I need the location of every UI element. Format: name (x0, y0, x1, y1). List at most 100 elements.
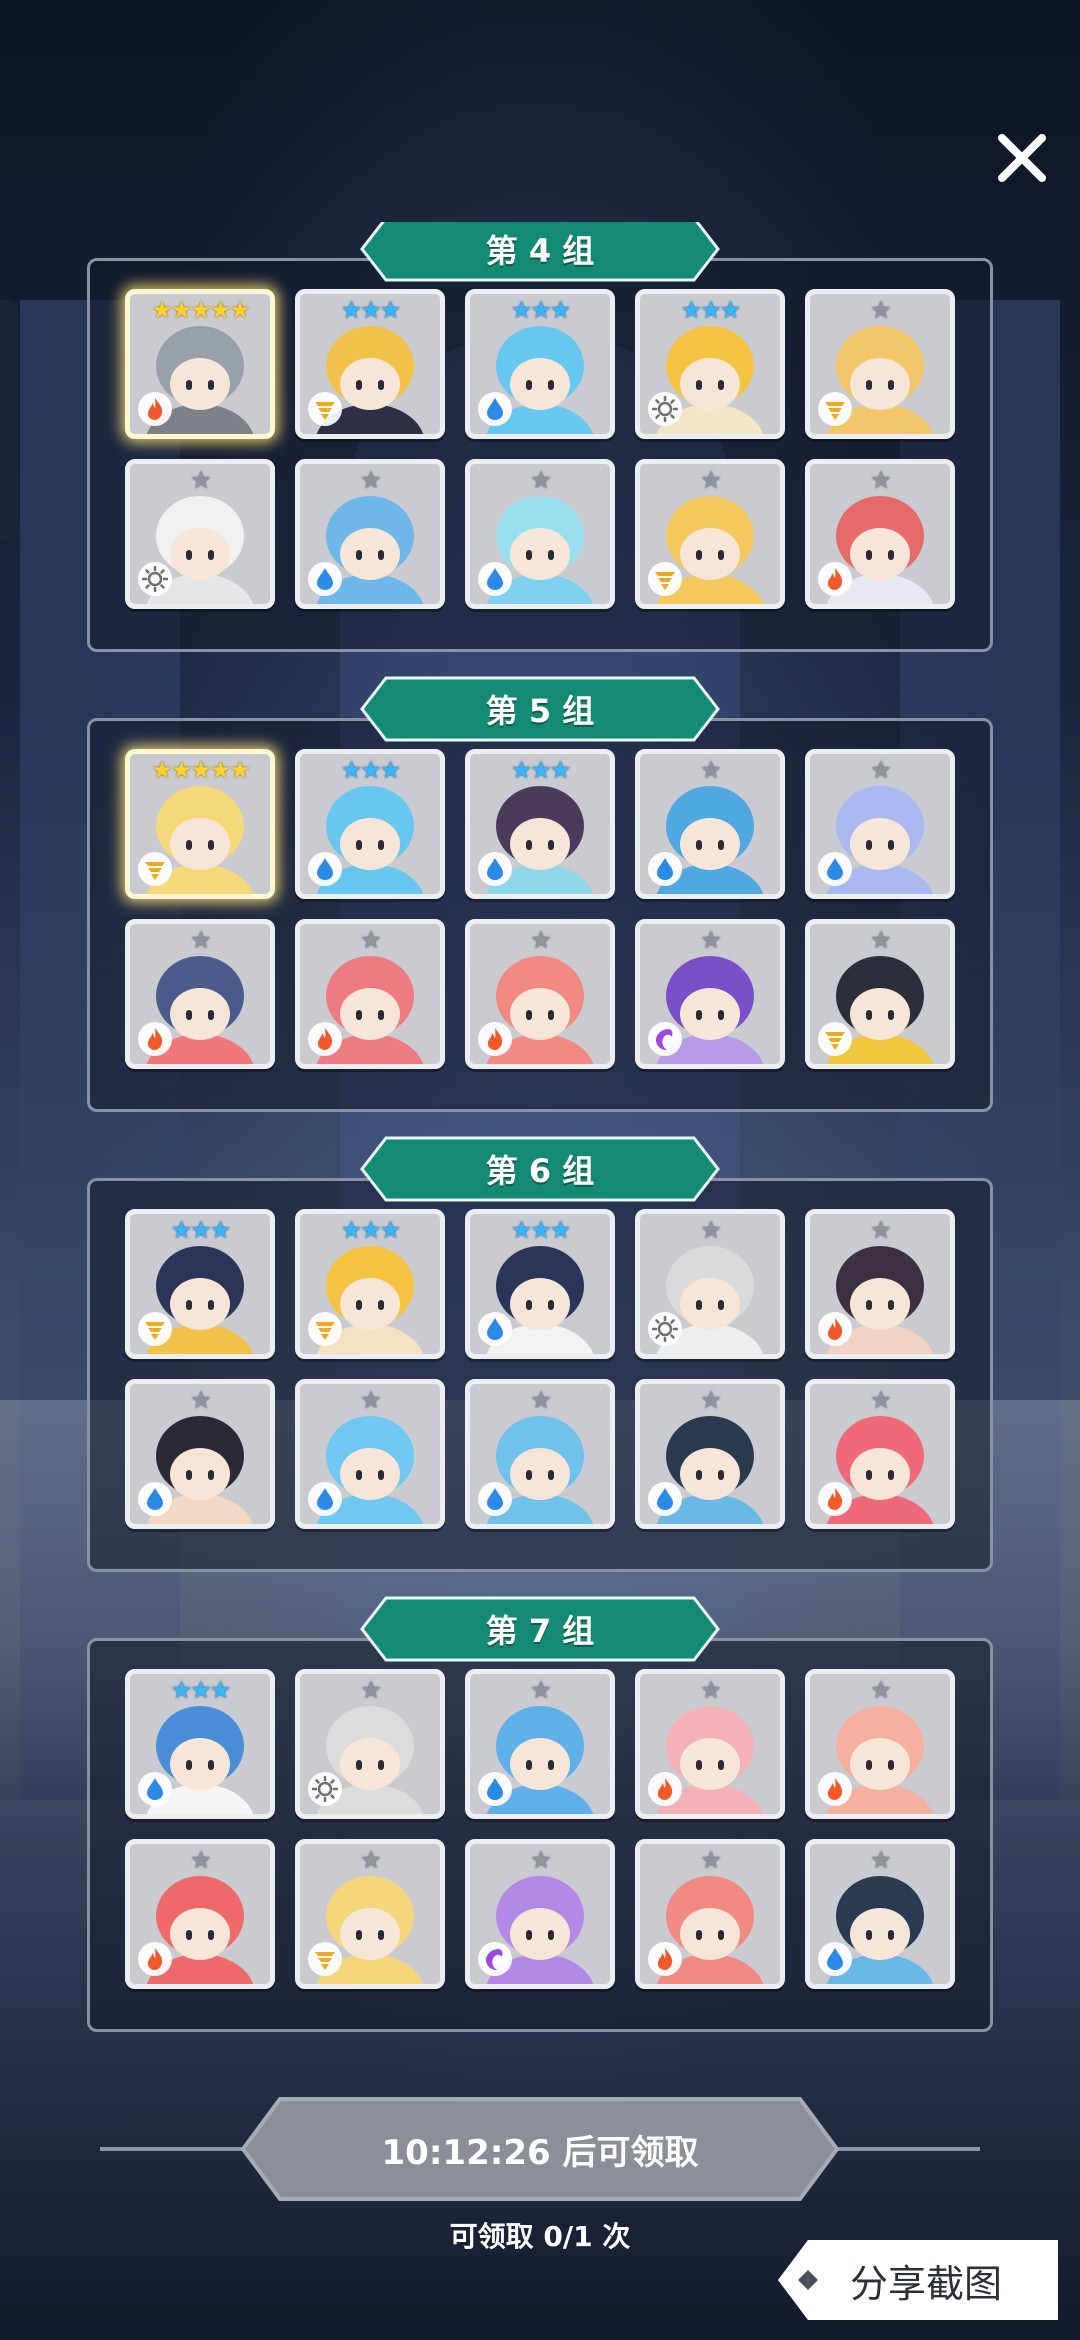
group-panel: ★★★ ★ ★ ★ ★ ★ ★ ★ ★ ★ (87, 1638, 993, 2032)
hero-card[interactable]: ★★★ (465, 289, 615, 439)
hero-card[interactable]: ★★★ (125, 1209, 275, 1359)
close-button[interactable] (992, 128, 1052, 188)
water-element-icon (827, 858, 843, 880)
star-rating: ★★★ (340, 296, 402, 324)
fire-element-icon (657, 1778, 673, 1800)
hero-card[interactable]: ★★★ (465, 1209, 615, 1359)
hero-card[interactable]: ★ (635, 749, 785, 899)
water-element-icon (147, 1778, 163, 1800)
element-badge (478, 1942, 512, 1976)
hero-card[interactable]: ★ (805, 1839, 955, 1989)
star-rating: ★★★ (510, 1216, 572, 1244)
hero-card[interactable]: ★★★ (295, 1209, 445, 1359)
star-rating: ★ (700, 756, 722, 784)
element-badge (478, 852, 512, 886)
star-rating: ★ (360, 1846, 382, 1874)
element-badge (478, 562, 512, 596)
star-rating: ★ (870, 1386, 892, 1414)
hero-card[interactable]: ★ (805, 1669, 955, 1819)
star-rating: ★★★ (510, 756, 572, 784)
element-badge (648, 852, 682, 886)
hero-card[interactable]: ★★★ (295, 289, 445, 439)
star-rating: ★ (530, 1676, 552, 1704)
hero-grid: ★★★★★ ★★★ ★★★ ★★★ ★ ★ ★ ★ ★ ★ (125, 289, 955, 609)
water-element-icon (317, 858, 333, 880)
hero-card[interactable]: ★ (635, 1379, 785, 1529)
hero-card[interactable]: ★★★ (465, 749, 615, 899)
star-rating: ★ (870, 1216, 892, 1244)
hero-card[interactable]: ★ (295, 1839, 445, 1989)
element-badge (818, 1482, 852, 1516)
thunder-element-icon (315, 402, 335, 420)
star-rating: ★ (360, 1386, 382, 1414)
share-screenshot-button[interactable]: 分享截图 (778, 2240, 1058, 2320)
group-title-banner: 第 5 组 (360, 676, 720, 742)
star-rating: ★ (700, 1216, 722, 1244)
group-title: 第 7 组 (485, 1612, 595, 1650)
hero-card[interactable]: ★ (295, 459, 445, 609)
fire-element-icon (487, 1028, 503, 1050)
hero-card[interactable]: ★ (805, 919, 955, 1069)
fire-element-icon (657, 1948, 673, 1970)
hero-group: ★★★★★ ★★★ ★★★ ★ ★ ★ ★ ★ ★ ★ 第 5 组 (0, 658, 1080, 1118)
hero-card[interactable]: ★ (805, 749, 955, 899)
element-badge (138, 1772, 172, 1806)
hero-card[interactable]: ★ (125, 1379, 275, 1529)
star-rating: ★ (190, 1846, 212, 1874)
hero-card[interactable]: ★ (465, 919, 615, 1069)
hero-card[interactable]: ★ (635, 919, 785, 1069)
element-badge (308, 1942, 342, 1976)
hero-card[interactable]: ★★★★★ (125, 749, 275, 899)
hero-card[interactable]: ★ (125, 1839, 275, 1989)
water-element-icon (487, 1318, 503, 1340)
hero-card[interactable]: ★ (805, 1209, 955, 1359)
hero-card[interactable]: ★ (125, 459, 275, 609)
hero-group: ★★★ ★★★ ★★★ ★ ★ ★ ★ ★ ★ ★ 第 6 组 (0, 1118, 1080, 1578)
group-title: 第 4 组 (485, 232, 595, 270)
hero-card[interactable]: ★ (465, 1669, 615, 1819)
star-rating: ★★★ (510, 296, 572, 324)
element-badge (138, 1942, 172, 1976)
star-rating: ★ (870, 466, 892, 494)
hero-card[interactable]: ★ (805, 459, 955, 609)
hero-card[interactable]: ★★★ (295, 749, 445, 899)
hero-card[interactable]: ★ (805, 1379, 955, 1529)
hero-card[interactable]: ★ (635, 459, 785, 609)
hero-card[interactable]: ★ (635, 1209, 785, 1359)
star-rating: ★ (700, 926, 722, 954)
star-rating: ★ (700, 1386, 722, 1414)
hero-card[interactable]: ★ (635, 1669, 785, 1819)
element-badge (478, 1772, 512, 1806)
claim-button[interactable]: 10:12:26 后可领取 (240, 2096, 840, 2202)
hero-card[interactable]: ★★★ (125, 1669, 275, 1819)
hero-card[interactable]: ★★★ (635, 289, 785, 439)
hero-card[interactable]: ★ (635, 1839, 785, 1989)
hero-grid: ★★★ ★ ★ ★ ★ ★ ★ ★ ★ ★ (125, 1669, 955, 1989)
hero-card[interactable]: ★★★★★ (125, 289, 275, 439)
element-badge (138, 1312, 172, 1346)
hero-card[interactable]: ★ (125, 919, 275, 1069)
star-rating: ★ (530, 1386, 552, 1414)
hero-grid: ★★★ ★★★ ★★★ ★ ★ ★ ★ ★ ★ ★ (125, 1209, 955, 1529)
group-list-scroll[interactable]: ★★★★★ ★★★ ★★★ ★★★ ★ ★ ★ ★ ★ ★ 第 4 组 ★★★★★ ★★★ ★★★ ★ ★ ★ ★… (0, 222, 1080, 2052)
hero-card[interactable]: ★ (805, 289, 955, 439)
water-element-icon (487, 398, 503, 420)
element-badge (648, 1772, 682, 1806)
hero-card[interactable]: ★ (465, 1839, 615, 1989)
thunder-element-icon (315, 1952, 335, 1970)
star-rating: ★ (190, 1386, 212, 1414)
hero-card[interactable]: ★ (295, 1379, 445, 1529)
star-rating: ★ (530, 926, 552, 954)
group-title-banner: 第 7 组 (360, 1596, 720, 1662)
hero-card[interactable]: ★ (295, 919, 445, 1069)
star-rating: ★★★ (680, 296, 742, 324)
hero-card[interactable]: ★ (295, 1669, 445, 1819)
star-rating: ★★★ (170, 1676, 232, 1704)
water-element-icon (317, 568, 333, 590)
fire-element-icon (827, 1488, 843, 1510)
hero-card[interactable]: ★ (465, 459, 615, 609)
hero-card[interactable]: ★ (465, 1379, 615, 1529)
thunder-element-icon (825, 1032, 845, 1050)
star-rating: ★ (360, 926, 382, 954)
element-badge (648, 1942, 682, 1976)
